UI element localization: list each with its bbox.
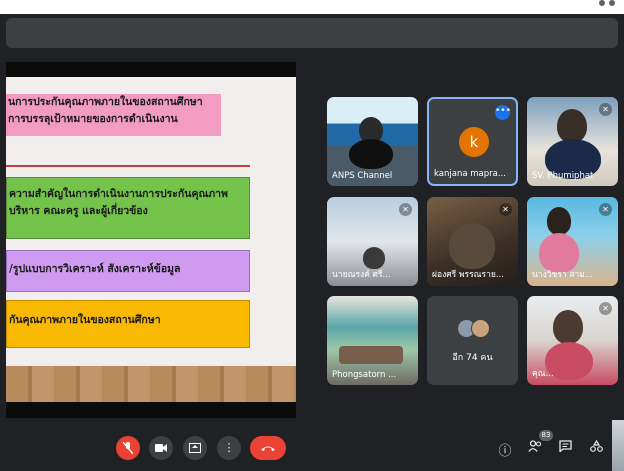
end-call-button[interactable] <box>250 436 286 460</box>
slide-text-line2: การบรรลุเป้าหมายของการดำเนินงาน <box>8 113 178 125</box>
slide-divider <box>6 165 250 167</box>
participant-name: SV. Phumiphat <box>532 171 594 181</box>
activities-icon <box>589 439 603 452</box>
avatar: k <box>459 127 489 157</box>
more-options-button[interactable]: ⋮ <box>217 436 241 460</box>
chat-icon <box>558 440 572 453</box>
self-view-thumbnail[interactable] <box>612 420 624 471</box>
slide-box-pink: นการประกันคุณภาพภายในของสถานศึกษา การบรร… <box>6 94 221 136</box>
slide-text-line3: ความสำคัญในการดำเนินงานการประกันคุณภาพ <box>9 188 228 200</box>
mic-off-icon: ✕ <box>599 203 612 216</box>
participant-video <box>553 310 583 344</box>
participant-name: นายณรงค์ ศรี... <box>332 270 391 280</box>
participant-tile-narong[interactable]: ✕ นายณรงค์ ศรี... <box>327 197 418 286</box>
participant-tile-wichara[interactable]: ✕ นางวิชรา สาม... <box>527 197 618 286</box>
mic-off-icon <box>122 441 134 455</box>
avatar <box>471 319 490 338</box>
mic-off-icon: ✕ <box>599 302 612 315</box>
camera-button[interactable] <box>149 436 173 460</box>
slide-text-line5: /รูปแบบการวิเคราะห์ สังเคราะห์ข้อมูล <box>9 263 181 275</box>
participant-video <box>363 247 385 269</box>
slide-box-green: ความสำคัญในการดำเนินงานการประกันคุณภาพ บ… <box>6 177 250 239</box>
participant-name: ANPS Channel <box>332 171 393 181</box>
more-options-icon[interactable]: ••• <box>495 105 511 120</box>
participant-body <box>349 139 393 169</box>
participant-video <box>557 109 587 143</box>
participant-name: คุณ... <box>532 369 554 379</box>
end-call-icon <box>261 446 275 451</box>
participant-video <box>449 223 495 269</box>
people-count-badge: 83 <box>539 430 553 441</box>
people-icon <box>528 440 542 452</box>
mic-off-icon: ✕ <box>499 203 512 216</box>
participant-tile-phongsatorn[interactable]: Phongsatorn ... <box>327 296 418 385</box>
participant-tile-anps[interactable]: ANPS Channel <box>327 97 418 186</box>
participant-name: ผ่องศรี พรรณราย... <box>432 270 504 280</box>
mic-off-button[interactable] <box>116 436 140 460</box>
present-icon <box>189 443 201 453</box>
meeting-info-icon[interactable]: ⓘ <box>496 440 514 459</box>
slide-text-line6: กันคุณภาพภายในของสถานศึกษา <box>9 314 161 326</box>
more-vert-icon: ⋮ <box>223 441 235 454</box>
participant-name: นางวิชรา สาม... <box>532 270 593 280</box>
slide-text-line1: นการประกันคุณภาพภายในของสถานศึกษา <box>8 96 203 108</box>
more-participants-label: อีก 74 คน <box>452 353 493 363</box>
participant-tile-phumiphat[interactable]: ✕ SV. Phumiphat <box>527 97 618 186</box>
present-button[interactable] <box>183 436 207 460</box>
slide-box-orange: กันคุณภาพภายในของสถานศึกษา <box>6 300 250 348</box>
mic-off-icon: ✕ <box>599 103 612 116</box>
chat-icon[interactable] <box>556 440 574 456</box>
top-bar <box>6 18 618 48</box>
slide-text-line4: บริหาร คณะครู และผู้เกี่ยวข้อง <box>9 205 148 217</box>
participant-video <box>339 346 403 364</box>
participant-video <box>547 207 571 235</box>
people-icon[interactable] <box>526 440 544 456</box>
window-controls-icon <box>599 0 615 6</box>
slide-wood-floor <box>6 366 296 402</box>
participant-name: Phongsatorn ... <box>332 370 397 380</box>
top-strip <box>0 0 624 14</box>
participant-tile-kanjana[interactable]: ••• k kanjana mapra... <box>427 97 518 186</box>
participant-name: kanjana mapra... <box>434 169 506 179</box>
activities-icon[interactable] <box>587 439 605 456</box>
mic-off-icon: ✕ <box>399 203 412 216</box>
camera-icon <box>155 444 167 452</box>
slide-box-purple: /รูปแบบการวิเคราะห์ สังเคราะห์ข้อมูล <box>6 250 250 292</box>
participant-tile-phongsri[interactable]: ✕ ผ่องศรี พรรณราย... <box>427 197 518 286</box>
presentation-view: นการประกันคุณภาพภายในของสถานศึกษา การบรร… <box>6 62 296 418</box>
participant-tile-khun[interactable]: ✕ คุณ... <box>527 296 618 385</box>
slide-content: นการประกันคุณภาพภายในของสถานศึกษา การบรร… <box>6 77 296 402</box>
participant-tile-more[interactable]: อีก 74 คน <box>427 296 518 385</box>
